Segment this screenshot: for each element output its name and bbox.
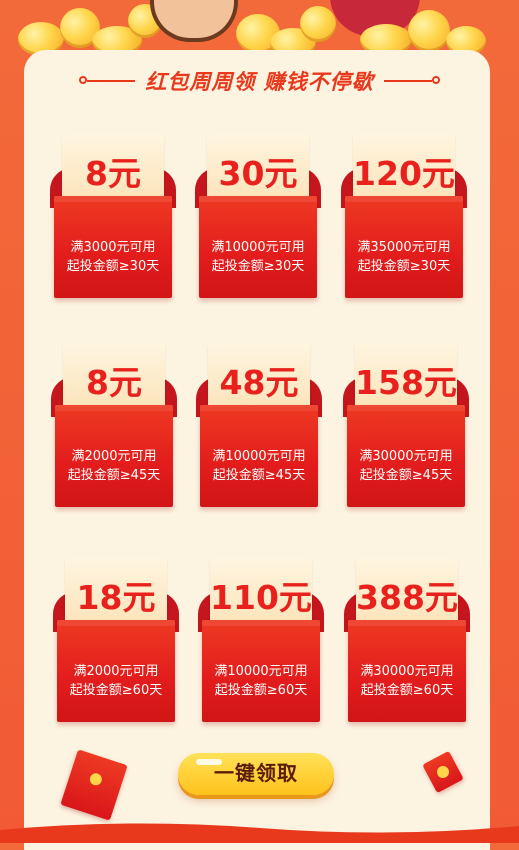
packet-term: 起投金额≥60天	[360, 683, 454, 698]
packet-min-amount: 满10000元可用	[211, 240, 305, 255]
packet-term: 起投金额≥60天	[214, 683, 308, 698]
packet-amount: 158元	[355, 363, 457, 402]
packet-amount: 30元	[218, 154, 298, 193]
packet-conditions: 满30000元可用 起投金额≥45天	[347, 447, 465, 485]
packet-term: 起投金额≥30天	[211, 259, 305, 274]
packet-conditions: 满10000元可用 起投金额≥45天	[200, 447, 318, 485]
packet-amount: 120元	[353, 154, 455, 193]
red-packet-card[interactable]: 18元 满2000元可用 起投金额≥60天	[53, 558, 179, 722]
red-packet-card[interactable]: 48元 满10000元可用 起投金额≥45天	[196, 343, 322, 507]
packet-min-amount: 满10000元可用	[212, 449, 306, 464]
packet-term: 起投金额≥30天	[357, 259, 451, 274]
packet-conditions: 满2000元可用 起投金额≥45天	[55, 447, 173, 485]
claim-all-button[interactable]: 一键领取	[178, 753, 334, 795]
packet-min-amount: 满35000元可用	[357, 240, 451, 255]
figure-left-icon	[150, 0, 238, 42]
packet-conditions: 满10000元可用 起投金额≥60天	[202, 662, 320, 700]
packet-min-amount: 满30000元可用	[359, 449, 453, 464]
packet-amount: 8元	[86, 363, 142, 402]
title-divider-left	[79, 76, 136, 84]
page-title: 红包周周领 赚钱不停歇	[145, 70, 374, 94]
packet-term: 起投金额≥30天	[66, 259, 160, 274]
packet-amount: 18元	[76, 578, 156, 617]
gold-coin-icon	[408, 10, 450, 52]
packet-term: 起投金额≥45天	[212, 468, 306, 483]
button-shine	[196, 759, 222, 765]
packet-amount: 388元	[356, 578, 458, 617]
packet-conditions: 满35000元可用 起投金额≥30天	[345, 238, 463, 276]
packet-amount: 48元	[219, 363, 299, 402]
gold-coin-icon	[300, 6, 336, 42]
packet-min-amount: 满10000元可用	[214, 664, 308, 679]
packet-term: 起投金额≥45天	[67, 468, 161, 483]
red-packet-card[interactable]: 8元 满2000元可用 起投金额≥45天	[51, 343, 177, 507]
packet-conditions: 满30000元可用 起投金额≥60天	[348, 662, 466, 700]
section-title: 红包周周领 赚钱不停歇	[0, 66, 519, 96]
bottom-wave-decoration	[0, 823, 519, 843]
packet-term: 起投金额≥60天	[69, 683, 163, 698]
packet-amount: 110元	[210, 578, 312, 617]
packet-amount: 8元	[85, 154, 141, 193]
packet-conditions: 满3000元可用 起投金额≥30天	[54, 238, 172, 276]
red-packet-card[interactable]: 120元 满35000元可用 起投金额≥30天	[341, 134, 467, 298]
packet-term: 起投金额≥45天	[359, 468, 453, 483]
packet-conditions: 满10000元可用 起投金额≥30天	[199, 238, 317, 276]
red-packet-card[interactable]: 110元 满10000元可用 起投金额≥60天	[198, 558, 324, 722]
red-packet-card[interactable]: 158元 满30000元可用 起投金额≥45天	[343, 343, 469, 507]
red-packet-card[interactable]: 388元 满30000元可用 起投金额≥60天	[344, 558, 470, 722]
packet-conditions: 满2000元可用 起投金额≥60天	[57, 662, 175, 700]
packet-min-amount: 满30000元可用	[360, 664, 454, 679]
packet-min-amount: 满3000元可用	[70, 240, 156, 255]
packet-min-amount: 满2000元可用	[73, 664, 159, 679]
red-packet-card[interactable]: 30元 满10000元可用 起投金额≥30天	[195, 134, 321, 298]
packet-min-amount: 满2000元可用	[71, 449, 157, 464]
red-packet-card[interactable]: 8元 满3000元可用 起投金额≥30天	[50, 134, 176, 298]
title-divider-right	[383, 76, 440, 84]
